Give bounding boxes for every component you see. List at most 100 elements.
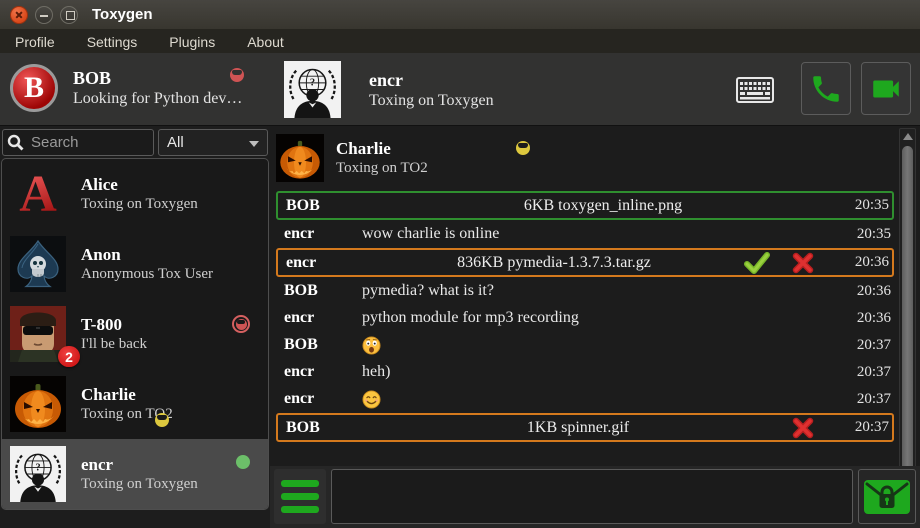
window-title: Toxygen <box>92 6 153 23</box>
online-status-icon <box>236 455 250 469</box>
file-transfer-row-incoming: encr 836KB pymedia-1.3.7.3.tar.gz 20:36 <box>276 248 894 277</box>
message-input[interactable] <box>331 469 853 524</box>
busy-status-icon <box>232 315 250 333</box>
message-time: 20:37 <box>844 337 894 354</box>
message-sender: encr <box>278 254 364 272</box>
message-time: 20:37 <box>842 419 892 436</box>
text-message-row: encr wow charlie is online 20:35 <box>276 221 894 247</box>
message-sender: encr <box>276 309 362 327</box>
message-time: 20:36 <box>844 283 894 300</box>
scroll-up-icon[interactable] <box>903 133 913 140</box>
contact-row-t800[interactable]: 2 T-800 I'll be back <box>2 299 268 369</box>
message-sender: encr <box>276 363 362 381</box>
contact-list: A Alice Toxing on Toxygen <box>1 158 269 510</box>
message-sender: BOB <box>278 197 364 215</box>
text-message-row: encr python module for mp3 recording 20:… <box>276 305 894 331</box>
chevron-down-icon <box>249 141 259 147</box>
close-window-icon[interactable] <box>10 6 28 24</box>
minimize-window-icon[interactable] <box>35 6 53 24</box>
friend-avatar-anonymous: ? <box>284 61 341 118</box>
file-transfer-label: 836KB pymedia-1.3.7.3.tar.gz <box>364 254 744 272</box>
chat-menu-button[interactable] <box>274 469 326 524</box>
contact-status-message: I'll be back <box>81 335 147 354</box>
contact-status-message: Toxing on Toxygen <box>81 475 198 494</box>
self-busy-status-icon[interactable] <box>230 68 244 82</box>
text-message-row: encr heh) 20:37 <box>276 359 894 385</box>
friend-status-message: Toxing on Toxygen <box>369 91 494 111</box>
contact-name: Charlie <box>81 384 173 405</box>
self-profile: B BOB Looking for Python dev… <box>10 64 242 112</box>
message-sender: BOB <box>276 282 362 300</box>
typing-notification-icon[interactable] <box>736 77 774 108</box>
message-sender: BOB <box>276 336 362 354</box>
file-transfer-row-in-progress: BOB 1KB spinner.gif 20:37 <box>276 413 894 442</box>
unread-count-badge: 2 <box>58 346 80 367</box>
maximize-window-icon[interactable] <box>60 6 78 24</box>
contact-name: T-800 <box>81 314 147 335</box>
away-status-icon <box>516 141 530 155</box>
message-sender: encr <box>276 390 362 408</box>
contact-status-message: Anonymous Tox User <box>81 265 213 284</box>
contact-row-anon[interactable]: Anon Anonymous Tox User <box>2 229 268 299</box>
friend-name: encr <box>369 69 494 91</box>
send-message-button[interactable] <box>858 469 916 524</box>
contact-filter-dropdown[interactable]: All <box>158 129 268 156</box>
cancel-file-icon[interactable] <box>792 417 814 439</box>
decline-file-icon[interactable] <box>792 252 814 274</box>
message-sender: encr <box>276 225 362 243</box>
contact-name: Alice <box>81 174 198 195</box>
pumpkin-avatar <box>276 134 324 182</box>
contact-row-charlie[interactable]: Charlie Toxing on TO2 <box>2 369 268 439</box>
contact-row-encr[interactable]: ? encr Toxing on Toxygen <box>2 439 268 509</box>
message-text: wow charlie is online <box>362 225 844 243</box>
pumpkin-avatar <box>10 376 66 432</box>
header: B BOB Looking for Python dev… ? <box>0 53 920 126</box>
video-call-button[interactable] <box>861 62 911 115</box>
self-name[interactable]: BOB <box>73 67 242 89</box>
emoji-message-row: encr 20:37 <box>276 386 894 412</box>
message-time: 20:37 <box>844 391 894 408</box>
toxygen-window: Toxygen Profile Settings Plugins About B… <box>0 0 920 528</box>
svg-text:?: ? <box>310 78 315 89</box>
self-avatar[interactable]: B <box>10 64 58 112</box>
emoji-message-row: BOB 20:37 <box>276 332 894 358</box>
svg-text:?: ? <box>35 462 40 473</box>
menu-about[interactable]: About <box>235 32 296 52</box>
contact-status-message: Toxing on Toxygen <box>81 195 198 214</box>
inline-image-preview: Charlie Toxing on TO2 <box>276 129 894 186</box>
message-sender: BOB <box>278 419 364 437</box>
hamburger-menu-icon <box>281 480 319 487</box>
window-controls <box>10 6 78 24</box>
shocked-face-emoji-icon <box>362 336 381 355</box>
accept-file-icon[interactable] <box>744 252 770 274</box>
message-scrollbar[interactable] <box>899 128 916 523</box>
contact-name: encr <box>81 454 198 475</box>
self-status-message[interactable]: Looking for Python dev… <box>73 89 242 109</box>
message-time: 20:36 <box>842 254 892 271</box>
message-time: 20:37 <box>844 364 894 381</box>
smiling-face-emoji-icon <box>362 390 381 409</box>
alice-avatar: A <box>10 166 66 222</box>
message-time: 20:35 <box>842 197 892 214</box>
active-friend-info: ? encr Toxing on Toxygen <box>284 61 494 118</box>
sidebar: All A Alice Toxing on Toxygen <box>0 126 270 528</box>
scrollbar-thumb[interactable] <box>902 146 913 509</box>
file-transfer-row-finished: BOB 6KB toxygen_inline.png 20:35 <box>276 191 894 220</box>
menu-plugins[interactable]: Plugins <box>157 32 227 52</box>
preview-contact-name: Charlie <box>336 138 391 159</box>
search-icon <box>7 134 24 151</box>
away-status-icon <box>155 413 169 427</box>
message-text: pymedia? what is it? <box>362 282 844 300</box>
video-camera-icon <box>867 72 905 106</box>
menu-profile[interactable]: Profile <box>3 32 67 52</box>
titlebar: Toxygen <box>0 0 920 30</box>
audio-call-button[interactable] <box>801 62 851 115</box>
search-input[interactable] <box>2 129 154 156</box>
preview-contact-status: Toxing on TO2 <box>336 159 530 178</box>
skull-spade-avatar <box>10 236 66 292</box>
menu-settings[interactable]: Settings <box>75 32 150 52</box>
message-input-bar <box>270 466 920 528</box>
contact-row-alice[interactable]: A Alice Toxing on Toxygen <box>2 159 268 229</box>
menubar: Profile Settings Plugins About <box>0 30 920 53</box>
message-text: heh) <box>362 363 844 381</box>
